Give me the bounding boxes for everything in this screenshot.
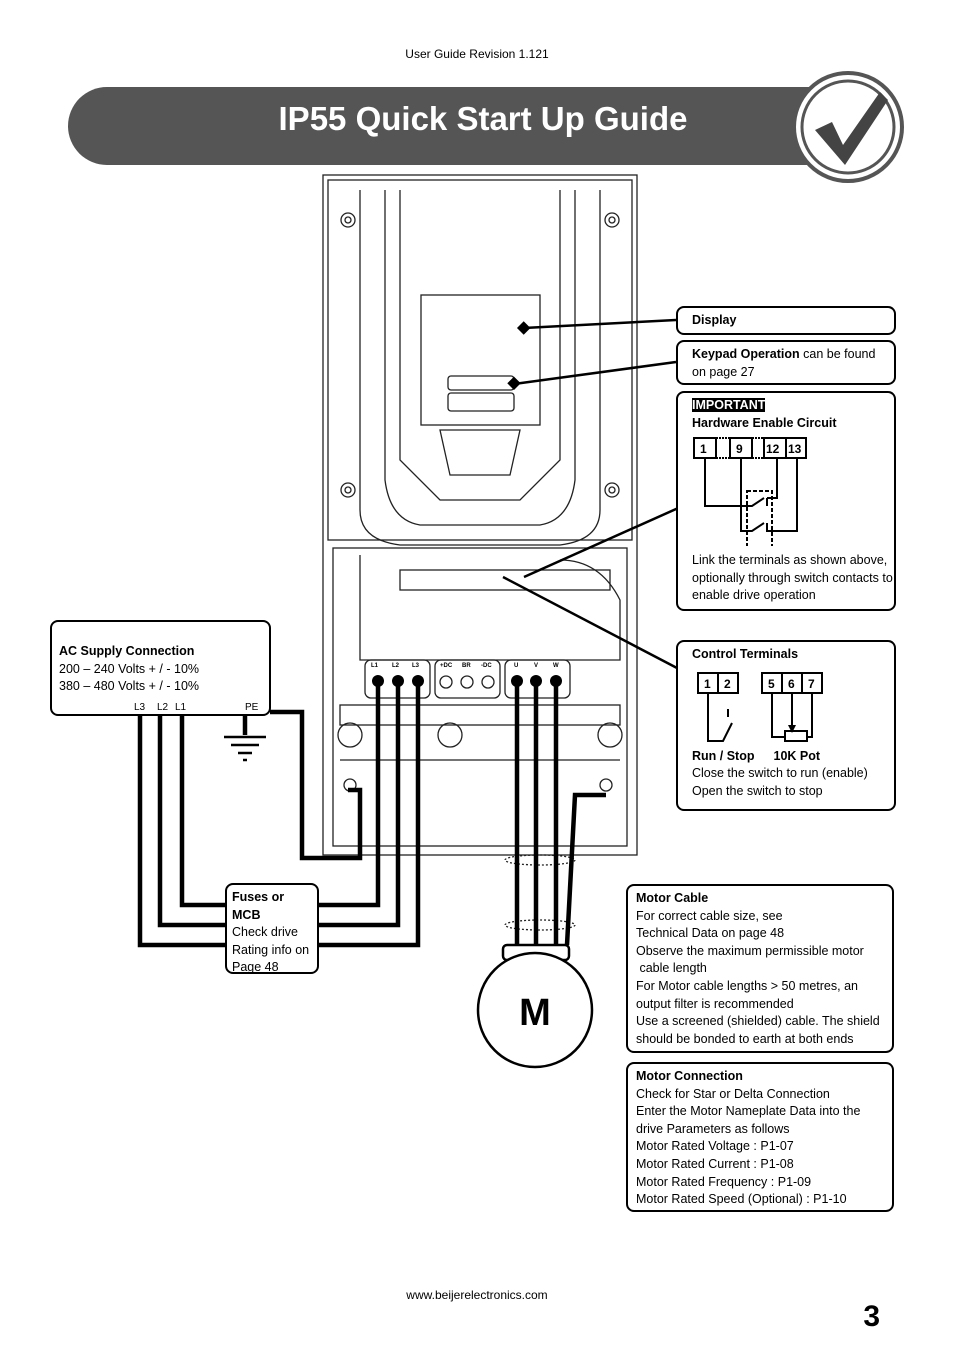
control-line1: Close the switch to run (enable) (692, 766, 868, 781)
label-l2: L2 (157, 702, 169, 713)
motor-cable-title: Motor Cable (636, 891, 709, 905)
label-pe: PE (245, 702, 259, 713)
motor-connection-line: Enter the Motor Nameplate Data into the … (636, 1104, 861, 1136)
terminal-2: 2 (724, 677, 731, 691)
terminal-label-l1: L1 (371, 663, 379, 669)
terminal-label-br: BR (462, 663, 471, 669)
hardware-enable-title: Hardware Enable Circuit (692, 415, 837, 430)
motor-cable-line: cable length (636, 961, 707, 976)
drive-illustration (322, 174, 638, 931)
motor-connection-line: Motor Rated Voltage : P1-07 (636, 1139, 794, 1154)
motor-cable-callout: Motor Cable For correct cable size, see … (626, 884, 894, 1053)
keypad-title: Keypad Operation (692, 347, 800, 361)
earth-symbol (224, 735, 266, 762)
motor-cable-line: Observe the maximum permissible motor (636, 943, 864, 958)
terminal-12: 12 (766, 442, 780, 456)
hardware-enable-circuit: 1 9 12 13 (693, 437, 807, 547)
display-callout: Display (676, 306, 896, 335)
ac-supply-line2: 380 – 480 Volts + / - 10% (59, 679, 200, 694)
control-line2: Open the switch to stop (692, 783, 823, 798)
fuses-callout: Fuses or MCB Check drive Rating info on … (225, 883, 319, 974)
motor-connection-line: Check for Star or Delta Connection (636, 1086, 830, 1101)
motor-symbol: M (476, 943, 594, 1069)
terminal-6: 6 (788, 677, 795, 691)
hardware-enable-callout: IMPORTANT Hardware Enable Circuit 1 9 12… (676, 391, 896, 611)
display-title: Display (692, 313, 737, 327)
checkmark-icon (792, 71, 904, 183)
label-l3: L3 (134, 702, 146, 713)
label-l1: L1 (175, 702, 187, 713)
run-stop-label: Run / Stop (692, 748, 755, 763)
motor-cable-line: For correct cable size, see (636, 908, 783, 923)
terminal-7: 7 (808, 677, 815, 691)
motor-cable-line: For Motor cable lengths > 50 metres, an … (636, 978, 858, 1011)
motor-cable-line: Use a screened (shielded) cable. The shi… (636, 1014, 880, 1046)
ac-supply-line1: 200 – 240 Volts + / - 10% (59, 661, 200, 676)
footer-url[interactable]: www.beijerelectronics.com (0, 1288, 954, 1302)
terminal-13: 13 (788, 442, 802, 456)
motor-connection-title: Motor Connection (636, 1069, 743, 1083)
terminal-label-ndc: -DC (481, 663, 492, 669)
motor-connection-line: Motor Rated Speed (Optional) : P1-10 (636, 1192, 847, 1207)
terminal-1: 1 (700, 442, 707, 456)
important-badge: IMPORTANT (692, 398, 766, 412)
motor-connection-line: Motor Rated Current : P1-08 (636, 1156, 794, 1171)
ac-supply-title: AC Supply Connection (59, 644, 195, 658)
terminal-label-l2: L2 (392, 663, 400, 669)
control-title: Control Terminals (692, 647, 799, 661)
control-terminal-diagram: 1 2 5 6 7 (697, 671, 823, 742)
keypad-callout: Keypad Operation can be found on page 27 (676, 340, 896, 385)
fuses-title: Fuses or MCB (232, 890, 285, 922)
control-terminals-callout: Control Terminals 1 2 5 6 7 Run / Stop 10… (676, 640, 896, 811)
motor-connection-callout: Motor Connection Check for Star or Delta… (626, 1062, 894, 1212)
terminal-label-u: U (514, 663, 518, 669)
fuses-text: Check drive Rating info on Page 48 (232, 925, 310, 975)
terminal-1: 1 (704, 677, 711, 691)
terminal-label-pdc: +DC (440, 663, 453, 669)
motor-label: M (519, 992, 551, 1034)
terminal-label-w: W (553, 663, 559, 669)
motor-connection-line: Motor Rated Frequency : P1-09 (636, 1174, 812, 1189)
ac-supply-callout: AC Supply Connection 200 – 240 Volts + /… (50, 620, 271, 716)
document-page: User Guide Revision 1.121 IP55 Quick Sta… (0, 0, 954, 1350)
terminal-label-l3: L3 (412, 663, 420, 669)
motor-cable-line: Technical Data on page 48 (636, 926, 785, 941)
terminal-9: 9 (736, 442, 743, 456)
terminal-label-v: V (534, 663, 538, 669)
terminal-5: 5 (768, 677, 775, 691)
hardware-enable-text: Link the terminals as shown above, optio… (692, 553, 893, 603)
pot-label: 10K Pot (773, 748, 821, 763)
page-number: 3 (863, 1300, 880, 1333)
